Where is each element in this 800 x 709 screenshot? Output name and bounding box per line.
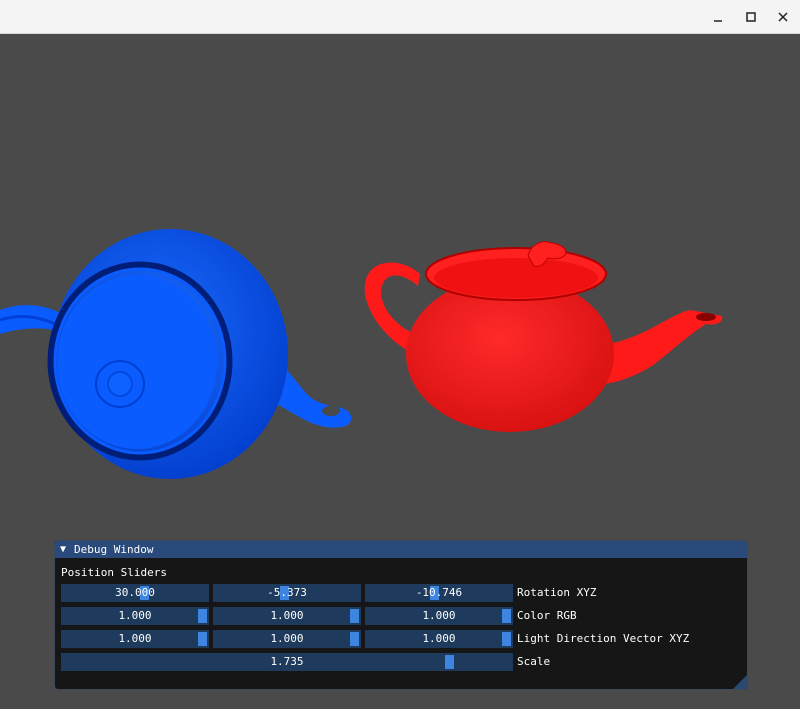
scale-value: 1.735: [270, 655, 304, 668]
light-z-value: 1.000: [422, 632, 456, 645]
rotation-x-slider[interactable]: 30.000: [61, 584, 209, 602]
light-z-slider[interactable]: 1.000: [365, 630, 513, 648]
rotation-z-value: -10.746: [415, 586, 463, 599]
rotation-z-slider[interactable]: -10.746: [365, 584, 513, 602]
color-b-value: 1.000: [422, 609, 456, 622]
rotation-label: Rotation XYZ: [517, 586, 597, 599]
scale-slider[interactable]: 1.735: [61, 653, 513, 671]
blue-teapot: [0, 229, 352, 479]
rotation-x-value: 30.000: [115, 586, 155, 599]
color-g-slider[interactable]: 1.000: [213, 607, 361, 625]
triangle-down-icon[interactable]: ▼: [60, 541, 66, 558]
light-x-slider[interactable]: 1.000: [61, 630, 209, 648]
rotation-y-value: -5.373: [267, 586, 307, 599]
light-y-slider[interactable]: 1.000: [213, 630, 361, 648]
section-label: Position Sliders: [61, 566, 167, 579]
debug-window[interactable]: ▼ Debug Window Position Sliders 30.000 -…: [54, 540, 748, 690]
rotation-y-slider[interactable]: -5.373: [213, 584, 361, 602]
color-b-slider[interactable]: 1.000: [365, 607, 513, 625]
color-r-value: 1.000: [118, 609, 152, 622]
maximize-icon[interactable]: [740, 6, 762, 28]
resize-grip[interactable]: [733, 675, 747, 689]
color-r-slider[interactable]: 1.000: [61, 607, 209, 625]
window-titlebar: [0, 0, 800, 34]
color-g-value: 1.000: [270, 609, 304, 622]
light-direction-label: Light Direction Vector XYZ: [517, 632, 690, 645]
minimize-icon[interactable]: [707, 6, 729, 28]
light-x-value: 1.000: [118, 632, 152, 645]
scale-label: Scale: [517, 655, 551, 668]
color-label: Color RGB: [517, 609, 577, 622]
debug-window-title: Debug Window: [74, 543, 154, 556]
close-icon[interactable]: [772, 6, 794, 28]
light-y-value: 1.000: [270, 632, 304, 645]
red-teapot: [364, 241, 723, 432]
debug-window-header[interactable]: ▼ Debug Window: [55, 541, 747, 558]
